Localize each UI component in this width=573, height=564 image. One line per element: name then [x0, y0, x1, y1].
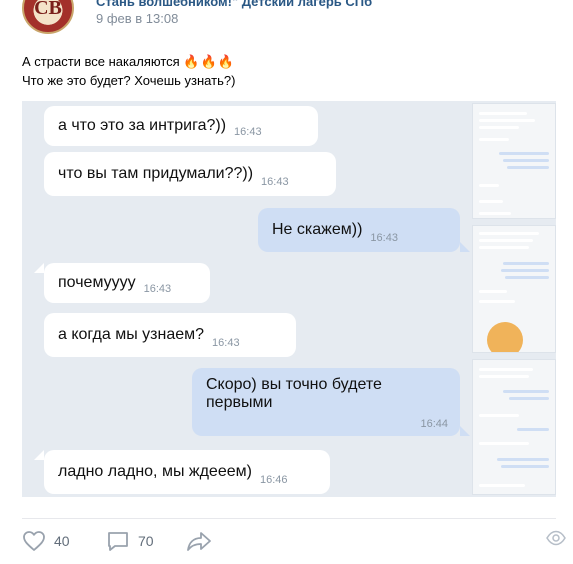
message-text: почемуууу [58, 274, 136, 291]
post-photo[interactable]: а что это за интрига?)) 16:43 что вы там… [22, 101, 556, 497]
message-time: 16:44 [420, 418, 448, 430]
share-button[interactable] [186, 530, 220, 552]
share-icon [187, 532, 211, 551]
post-actions: 40 70 [0, 530, 573, 564]
post-text-line1: А страсти все накаляются [22, 54, 180, 69]
comments-count: 70 [138, 533, 154, 549]
message-text: а когда мы узнаем? [58, 326, 205, 343]
avatar[interactable]: СВ [22, 0, 74, 34]
author-name[interactable]: Стань волшебником!" Детский лагерь СПб [96, 0, 372, 9]
message-bubble: что вы там придумали??)) 16:43 [44, 152, 336, 196]
message-time: 16:43 [370, 232, 398, 244]
message-time: 16:43 [143, 283, 172, 295]
cat-sticker-icon [487, 322, 523, 352]
message-text: Не скажем)) [272, 221, 363, 238]
message-bubble: Скоро) вы точно будете первыми 16:44 [192, 368, 460, 436]
thumbnail-strip [472, 101, 556, 497]
message-time: 16:46 [259, 474, 288, 486]
post-text: А страсти все накаляются 🔥🔥🔥 Что же это … [22, 52, 235, 90]
chat-screenshot: а что это за интрига?)) 16:43 что вы там… [22, 101, 470, 497]
comment-icon [108, 532, 128, 551]
post-header: СВ Стань волшебником!" Детский лагерь СП… [0, 0, 573, 40]
message-bubble: а когда мы узнаем? 16:43 [44, 313, 296, 357]
comment-button[interactable]: 70 [106, 530, 154, 552]
message-time: 16:43 [261, 176, 289, 188]
chat-thumbnail[interactable] [472, 103, 556, 219]
chat-thumbnail[interactable] [472, 225, 556, 353]
message-text-line2: первыми [206, 394, 273, 411]
actions-divider [22, 518, 556, 519]
message-time: 16:43 [212, 337, 240, 349]
message-bubble: почемуууу 16:43 [44, 263, 210, 303]
eye-icon [546, 530, 566, 546]
message-bubble: Не скажем)) 16:43 [258, 208, 460, 252]
chat-thumbnail[interactable] [472, 359, 556, 495]
message-bubble: ладно ладно, мы ждееем) 16:46 [44, 450, 330, 494]
likes-count: 40 [54, 533, 70, 549]
message-text: что вы там придумали??)) [58, 165, 254, 182]
views-counter [546, 530, 573, 546]
post-text-line2: Что же это будет? Хочешь узнать?) [22, 73, 236, 88]
message-text: ладно ладно, мы ждееем) [58, 463, 252, 480]
message-time: 16:43 [234, 126, 262, 138]
message-bubble: а что это за интрига?)) 16:43 [44, 106, 318, 146]
post-date[interactable]: 9 фев в 13:08 [96, 11, 178, 26]
message-text-line1: Скоро) вы точно будете [206, 376, 382, 393]
like-button[interactable]: 40 [22, 530, 70, 552]
fire-emoji-icon: 🔥🔥🔥 [183, 54, 235, 69]
heart-icon [23, 531, 45, 551]
message-text: а что это за интрига?)) [58, 117, 227, 134]
